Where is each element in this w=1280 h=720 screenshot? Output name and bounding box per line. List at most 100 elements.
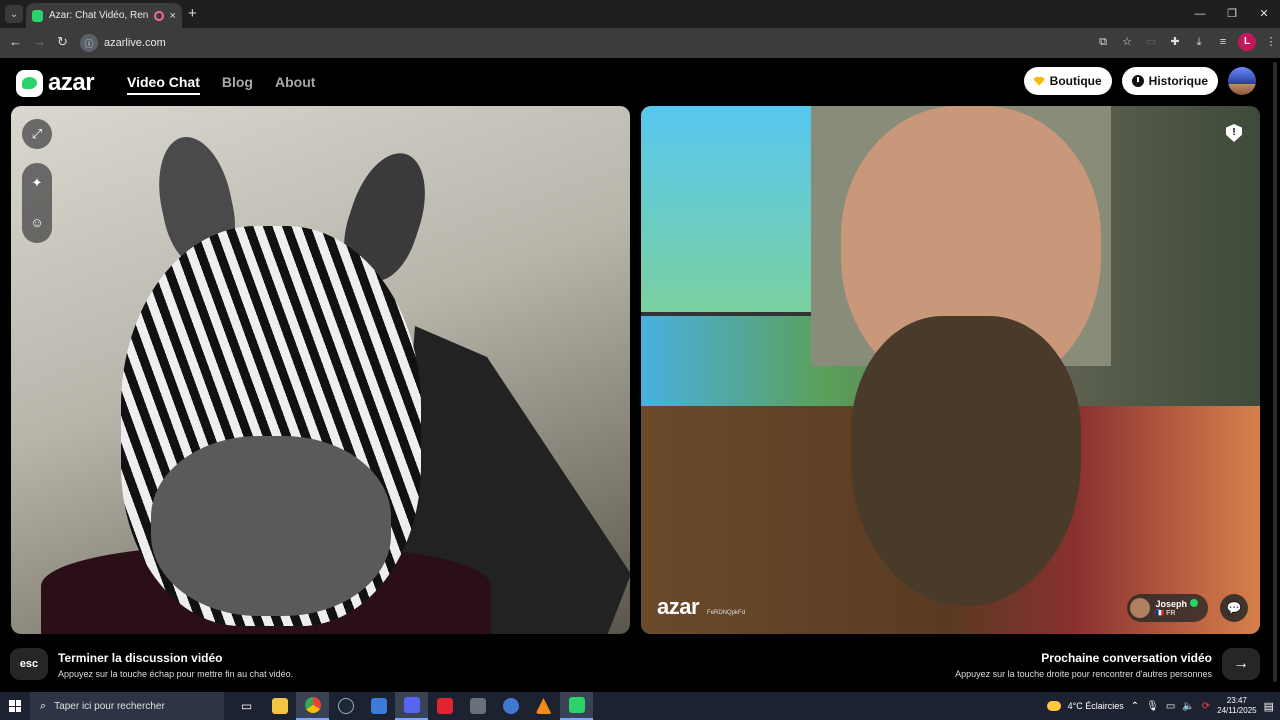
- wps-icon[interactable]: [428, 692, 461, 720]
- url-text: azarlive.com: [104, 37, 166, 49]
- partner-name: Joseph: [1155, 599, 1198, 609]
- sparkle-effects-icon[interactable]: ✦: [22, 163, 52, 203]
- minimize-button[interactable]: —: [1184, 0, 1216, 28]
- tab-title: Azar: Chat Vidéo, Rencontres: [49, 10, 149, 21]
- end-chat-subtitle: Appuyez sur la touche échap pour mettre …: [58, 669, 294, 679]
- profile-icon[interactable]: L: [1238, 33, 1256, 51]
- recording-indicator-icon: [154, 10, 164, 21]
- clock-icon: [1131, 75, 1144, 87]
- qbittorrent-icon[interactable]: [494, 692, 527, 720]
- main-nav: Video Chat Blog About: [127, 74, 315, 95]
- clock-time: 23:47: [1226, 696, 1247, 705]
- next-chat-title: Prochaine conversation vidéo: [1041, 651, 1212, 665]
- screen-cast-icon[interactable]: ⧉: [1094, 33, 1112, 51]
- end-chat-title: Terminer la discussion vidéo: [58, 651, 223, 665]
- browser-tab-bar: ⌄ Azar: Chat Vidéo, Rencontres × + — ❐ ✕: [0, 0, 1280, 28]
- taskbar-search[interactable]: ⌕ Taper ici pour rechercher: [30, 692, 224, 720]
- watermark-id: FeRDNQpkFd: [707, 610, 746, 616]
- partner-name-text: Joseph: [1155, 599, 1187, 609]
- azar-favicon-icon: [32, 9, 43, 22]
- zebra-muzzle: [151, 436, 391, 616]
- face-mask-icon[interactable]: ☺: [22, 203, 52, 243]
- antivirus-icon[interactable]: [461, 692, 494, 720]
- toolbar-icons: ⧉ ☆ ▭ ✚ ⤓ ≡ L ⋮: [1094, 33, 1280, 51]
- clock-date: 24/11/2025: [1217, 706, 1257, 715]
- browser-tab-azar[interactable]: Azar: Chat Vidéo, Rencontres ×: [26, 3, 182, 28]
- weather-text[interactable]: 4°C Éclaircies: [1068, 701, 1124, 711]
- maximize-button[interactable]: ❐: [1216, 0, 1248, 28]
- azar-logo-text: azar: [48, 69, 95, 96]
- window-controls: — ❐ ✕: [1184, 0, 1280, 28]
- media-icon[interactable]: ≡: [1214, 33, 1232, 51]
- taskbar-clock[interactable]: 23:47 24/11/2025: [1217, 696, 1256, 716]
- shop-label: Boutique: [1049, 74, 1102, 88]
- notification-icon[interactable]: ▤: [1264, 700, 1274, 713]
- report-shield-icon[interactable]: !: [1226, 124, 1242, 142]
- site-header: azar Video Chat Blog About Boutique Hist…: [0, 58, 1270, 106]
- next-arrow-button[interactable]: →: [1222, 648, 1260, 680]
- azar-logo[interactable]: azar: [16, 69, 95, 97]
- windows-taskbar: ⌕ Taper ici pour rechercher ▭ 4°C Éclair…: [0, 692, 1280, 720]
- network-icon[interactable]: ▭: [1166, 701, 1175, 712]
- address-bar[interactable]: ⓘ azarlive.com: [80, 32, 1116, 54]
- page-scrollbar[interactable]: [1270, 58, 1280, 692]
- star-icon[interactable]: ☆: [1118, 33, 1136, 51]
- puzzle-icon[interactable]: ✚: [1166, 33, 1184, 51]
- anime-poster: [641, 106, 811, 316]
- taskbar-apps: ▭: [230, 692, 593, 720]
- fullscreen-icon[interactable]: ⤢: [22, 119, 52, 149]
- partner-info: Joseph 🇫🇷 FR: [1155, 599, 1198, 617]
- start-button[interactable]: [0, 692, 30, 720]
- effects-toolbar: ✦ ☺: [22, 163, 52, 243]
- nav-blog[interactable]: Blog: [222, 74, 253, 95]
- bottom-bar: esc Terminer la discussion vidéo Appuyez…: [0, 636, 1270, 692]
- vlc-icon[interactable]: [527, 692, 560, 720]
- header-actions: Boutique Historique: [1023, 67, 1256, 95]
- search-placeholder: Taper ici pour rechercher: [54, 700, 165, 712]
- partner-country: 🇫🇷 FR: [1155, 610, 1176, 617]
- close-window-button[interactable]: ✕: [1248, 0, 1280, 28]
- android-icon[interactable]: [560, 692, 593, 720]
- extension-icon[interactable]: ▭: [1142, 33, 1160, 51]
- partner-profile-chip[interactable]: Joseph 🇫🇷 FR: [1127, 594, 1208, 622]
- menu-icon[interactable]: ⋮: [1262, 33, 1280, 51]
- task-view-icon[interactable]: ▭: [230, 692, 263, 720]
- site-info-icon[interactable]: ⓘ: [80, 34, 98, 52]
- new-tab-button[interactable]: +: [188, 5, 197, 22]
- chat-bubble-icon[interactable]: 💬: [1220, 594, 1248, 622]
- remote-video-pane: ! azar FeRDNQpkFd Joseph 🇫🇷 FR 💬: [641, 106, 1260, 634]
- tab-list-icon[interactable]: ⌄: [5, 5, 23, 23]
- file-explorer-icon[interactable]: [263, 692, 296, 720]
- shop-button[interactable]: Boutique: [1023, 67, 1112, 95]
- microphone-icon[interactable]: 🎙: [1146, 701, 1159, 712]
- app-tray-icon[interactable]: ⟳: [1202, 701, 1210, 712]
- verified-icon: [1190, 599, 1198, 607]
- back-icon[interactable]: ←: [9, 34, 22, 49]
- windows-logo-icon: [9, 700, 21, 712]
- nav-video-chat[interactable]: Video Chat: [127, 74, 200, 95]
- nav-about[interactable]: About: [275, 74, 315, 95]
- history-button[interactable]: Historique: [1121, 67, 1218, 95]
- reload-icon[interactable]: ↻: [57, 34, 68, 50]
- chevron-up-icon[interactable]: ⌃: [1131, 701, 1139, 712]
- download-icon[interactable]: ⤓: [1190, 33, 1208, 51]
- system-tray: 4°C Éclaircies ⌃ 🎙 ▭ 🔈 ⟳ 23:47 24/11/202…: [1046, 692, 1280, 720]
- steam-icon[interactable]: [329, 692, 362, 720]
- esc-button[interactable]: esc: [10, 648, 48, 680]
- volume-icon[interactable]: 🔈: [1182, 701, 1194, 712]
- diamond-icon: [1033, 76, 1045, 86]
- discord-icon[interactable]: [395, 692, 428, 720]
- weather-icon: [1046, 701, 1061, 711]
- end-chat-info: Terminer la discussion vidéo Appuyez sur…: [58, 651, 293, 679]
- tab-close-button[interactable]: ×: [170, 10, 176, 22]
- app-icon[interactable]: [362, 692, 395, 720]
- next-chat-subtitle: Appuyez sur la touche droite pour rencon…: [955, 669, 1212, 679]
- beard-shape: [851, 316, 1081, 606]
- browser-toolbar: ← → ↻ ⓘ azarlive.com ⧉ ☆ ▭ ✚ ⤓ ≡ L ⋮: [0, 28, 1280, 58]
- search-icon: ⌕: [40, 699, 47, 712]
- azar-watermark: azar FeRDNQpkFd: [657, 594, 745, 620]
- chrome-icon[interactable]: [296, 692, 329, 720]
- user-avatar[interactable]: [1228, 67, 1256, 95]
- azar-logo-icon: [16, 69, 43, 97]
- forward-icon[interactable]: →: [33, 34, 46, 49]
